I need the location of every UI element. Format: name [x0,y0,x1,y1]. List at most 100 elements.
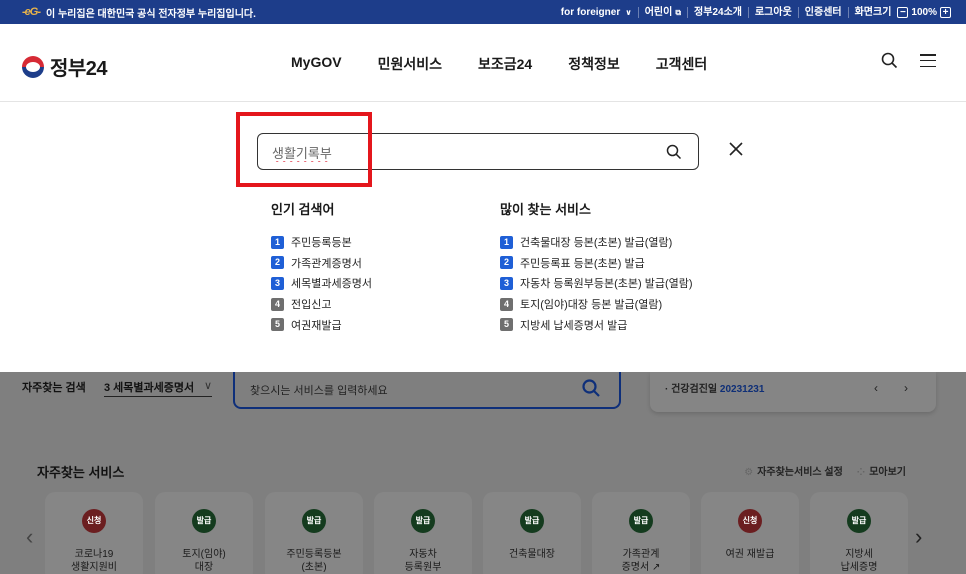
main-search-field[interactable]: 찾으시는 서비스를 입력하세요 [233,372,621,409]
notice-date: 20231231 [719,384,765,395]
frequent-service-item[interactable]: 2 주민등록표 등본(초본) 발급 [500,253,693,274]
popular-keywords-title: 인기 검색어 [271,202,335,217]
quick-search-select-value: 3 세목별과세증명서 [104,382,195,394]
favorite-services-carousel: ‹ 신청 코로나19 생활지원비 발급 토지(임야) 대장 발급 주민등록등본 (초본… [0,492,966,574]
frequent-service-label: 주민등록표 등본(초본) 발급 [520,257,645,270]
screen-size-control: 화면크기 − 100% + [847,6,960,18]
zoom-value: 100% [911,6,937,18]
popular-keyword-item[interactable]: 5 여권재발급 [271,314,372,335]
service-card-label: 주민등록등본 (초본) [286,549,342,573]
service-card-label: 토지(임야) 대장 [182,549,226,573]
frequent-service-item[interactable]: 4 토지(임야)대장 등본 발급(열람) [500,294,693,315]
popular-keyword-item[interactable]: 4 전입신고 [271,294,372,315]
search-panel: 인기 검색어 1주민등록등본 2가족관계증명서 3세목별과세증명서 4전입신고 … [0,102,966,372]
service-card[interactable]: 발급 가족관계 증명서 ↗ [592,492,690,574]
nav-policy-info[interactable]: 정책정보 [568,54,620,74]
view-all-label: 모아보기 [869,467,906,478]
rank-badge: 3 [500,276,513,290]
frequent-service-label: 토지(임야)대장 등본 발급(열람) [520,299,663,312]
popular-keyword-label: 세목별과세증명서 [291,278,372,291]
service-card-label: 가족관계 증명서 ↗ [621,549,661,573]
health-checkup-notice: · 건강검진일 20231231 ‹ › [650,372,936,412]
service-card[interactable]: 발급 자동차 등록원부 [374,492,472,574]
nav-subsidy24[interactable]: 보조금24 [478,54,532,74]
popular-keyword-label: 여권재발급 [291,319,342,332]
foreigner-link[interactable]: for foreigner ∨ [555,7,638,18]
carousel-prev-icon[interactable]: ‹ [26,524,33,550]
grid-icon: ⁘ [856,467,866,478]
nav-customer-center[interactable]: 고객센터 [656,54,708,74]
service-card[interactable]: 발급 지방세 납세증명 [810,492,908,574]
service-card[interactable]: 발급 토지(임야) 대장 [155,492,253,574]
logout-link[interactable]: 로그아웃 [747,6,798,18]
rank-badge: 5 [500,318,513,332]
about-link[interactable]: 정부24소개 [687,6,748,18]
logout-label: 로그아웃 [754,6,792,18]
frequent-services: 많이 찾는 서비스 1 건축물대장 등본(초본) 발급(열람) 2 주민등록표 등본… [500,199,693,335]
rank-badge: 5 [271,318,284,332]
favorite-services-title: 자주찾는 서비스 [37,465,125,480]
search-icon[interactable] [581,378,601,398]
main-search-placeholder: 찾으시는 서비스를 입력하세요 [250,385,388,397]
frequent-services-title: 많이 찾는 서비스 [500,202,591,217]
site-header: 정부24 MyGOV 민원서비스 보조금24 정책정보 고객센터 [0,24,966,102]
favorite-settings-button[interactable]: ⚙ 자주찾는서비스 설정 [744,463,843,478]
service-badge: 신청 [82,509,106,533]
service-card[interactable]: 발급건축물대장 [483,492,581,574]
favorite-tools: ⚙ 자주찾는서비스 설정 ⁘ 모아보기 [744,463,906,478]
quick-search-select[interactable]: 3 세목별과세증명서 ∨ [104,379,212,397]
popular-keyword-label: 주민등록등본 [291,237,352,250]
site-logo-text: 정부24 [50,58,108,80]
gov-banner: -eG- 이 누리집은 대한민국 공식 전자정부 누리집입니다. for for… [0,0,966,24]
hamburger-menu-icon[interactable] [920,54,936,67]
frequent-service-item[interactable]: 1 건축물대장 등본(초본) 발급(열람) [500,232,693,253]
service-card[interactable]: 발급주민등록등본 (초본) [265,492,363,574]
service-card[interactable]: 신청여권 재발급 [701,492,799,574]
search-input[interactable] [272,142,652,162]
chevron-left-icon[interactable]: ‹ [874,381,878,395]
chevron-right-icon[interactable]: › [904,381,908,395]
service-badge: 발급 [520,509,544,533]
external-link-icon: ⧉ [675,7,682,17]
site-logo[interactable]: 정부24 [22,52,108,81]
kids-label: 어린이 [644,6,673,18]
foreigner-label: for foreigner [560,6,621,18]
egov-logo-icon: -eG- [22,6,41,18]
service-card-label: 여권 재발급 [725,549,775,560]
zoom-in-button[interactable]: + [940,6,951,18]
service-card[interactable]: 신청 코로나19 생활지원비 [45,492,143,574]
carousel-next-icon[interactable]: › [915,524,922,550]
rank-badge: 4 [500,297,513,311]
quick-search-row: 자주찾는 검색 3 세목별과세증명서 ∨ 찾으시는 서비스를 입력하세요 · 건… [0,372,966,432]
main-nav: MyGOV 민원서비스 보조금24 정책정보 고객센터 [291,54,707,74]
nav-mygov[interactable]: MyGOV [291,54,342,74]
frequent-service-label: 건축물대장 등본(초본) 발급(열람) [520,237,673,250]
service-card-label: 지방세 납세증명 [840,549,878,573]
frequent-service-item[interactable]: 5 지방세 납세증명서 발급 [500,314,693,335]
nav-civil-service[interactable]: 민원서비스 [378,54,442,74]
close-icon[interactable] [727,140,745,158]
popular-keyword-item[interactable]: 1 주민등록등본 [271,232,372,253]
view-all-button[interactable]: ⁘ 모아보기 [857,463,906,478]
auth-center-link[interactable]: 인증센터 [797,6,848,18]
service-badge: 발급 [302,509,326,533]
rank-badge: 3 [271,276,284,290]
frequent-service-item[interactable]: 3 자동차 등록원부등본(초본) 발급(열람) [500,273,693,294]
kids-link[interactable]: 어린이 ⧉ [637,6,687,18]
search-submit-icon[interactable] [666,144,682,160]
popular-keyword-item[interactable]: 2 가족관계증명서 [271,253,372,274]
popular-keyword-item[interactable]: 3 세목별과세증명서 [271,273,372,294]
search-icon[interactable] [881,52,898,69]
gov-notice-text: 이 누리집은 대한민국 공식 전자정부 누리집입니다. [46,8,256,20]
rank-badge: 2 [271,256,284,270]
service-card-label: 건축물대장 [509,549,555,560]
notice-text: · 건강검진일 20231231 [665,380,764,395]
zoom-out-button[interactable]: − [897,6,909,18]
rank-badge: 1 [500,235,513,249]
search-box [257,133,699,170]
service-badge: 신청 [738,509,762,533]
chevron-down-icon: ∨ [203,380,212,392]
popular-keyword-label: 전입신고 [291,299,332,312]
notice-prefix: · 건강검진일 [665,384,720,395]
favorite-settings-label: 자주찾는서비스 설정 [757,467,843,478]
